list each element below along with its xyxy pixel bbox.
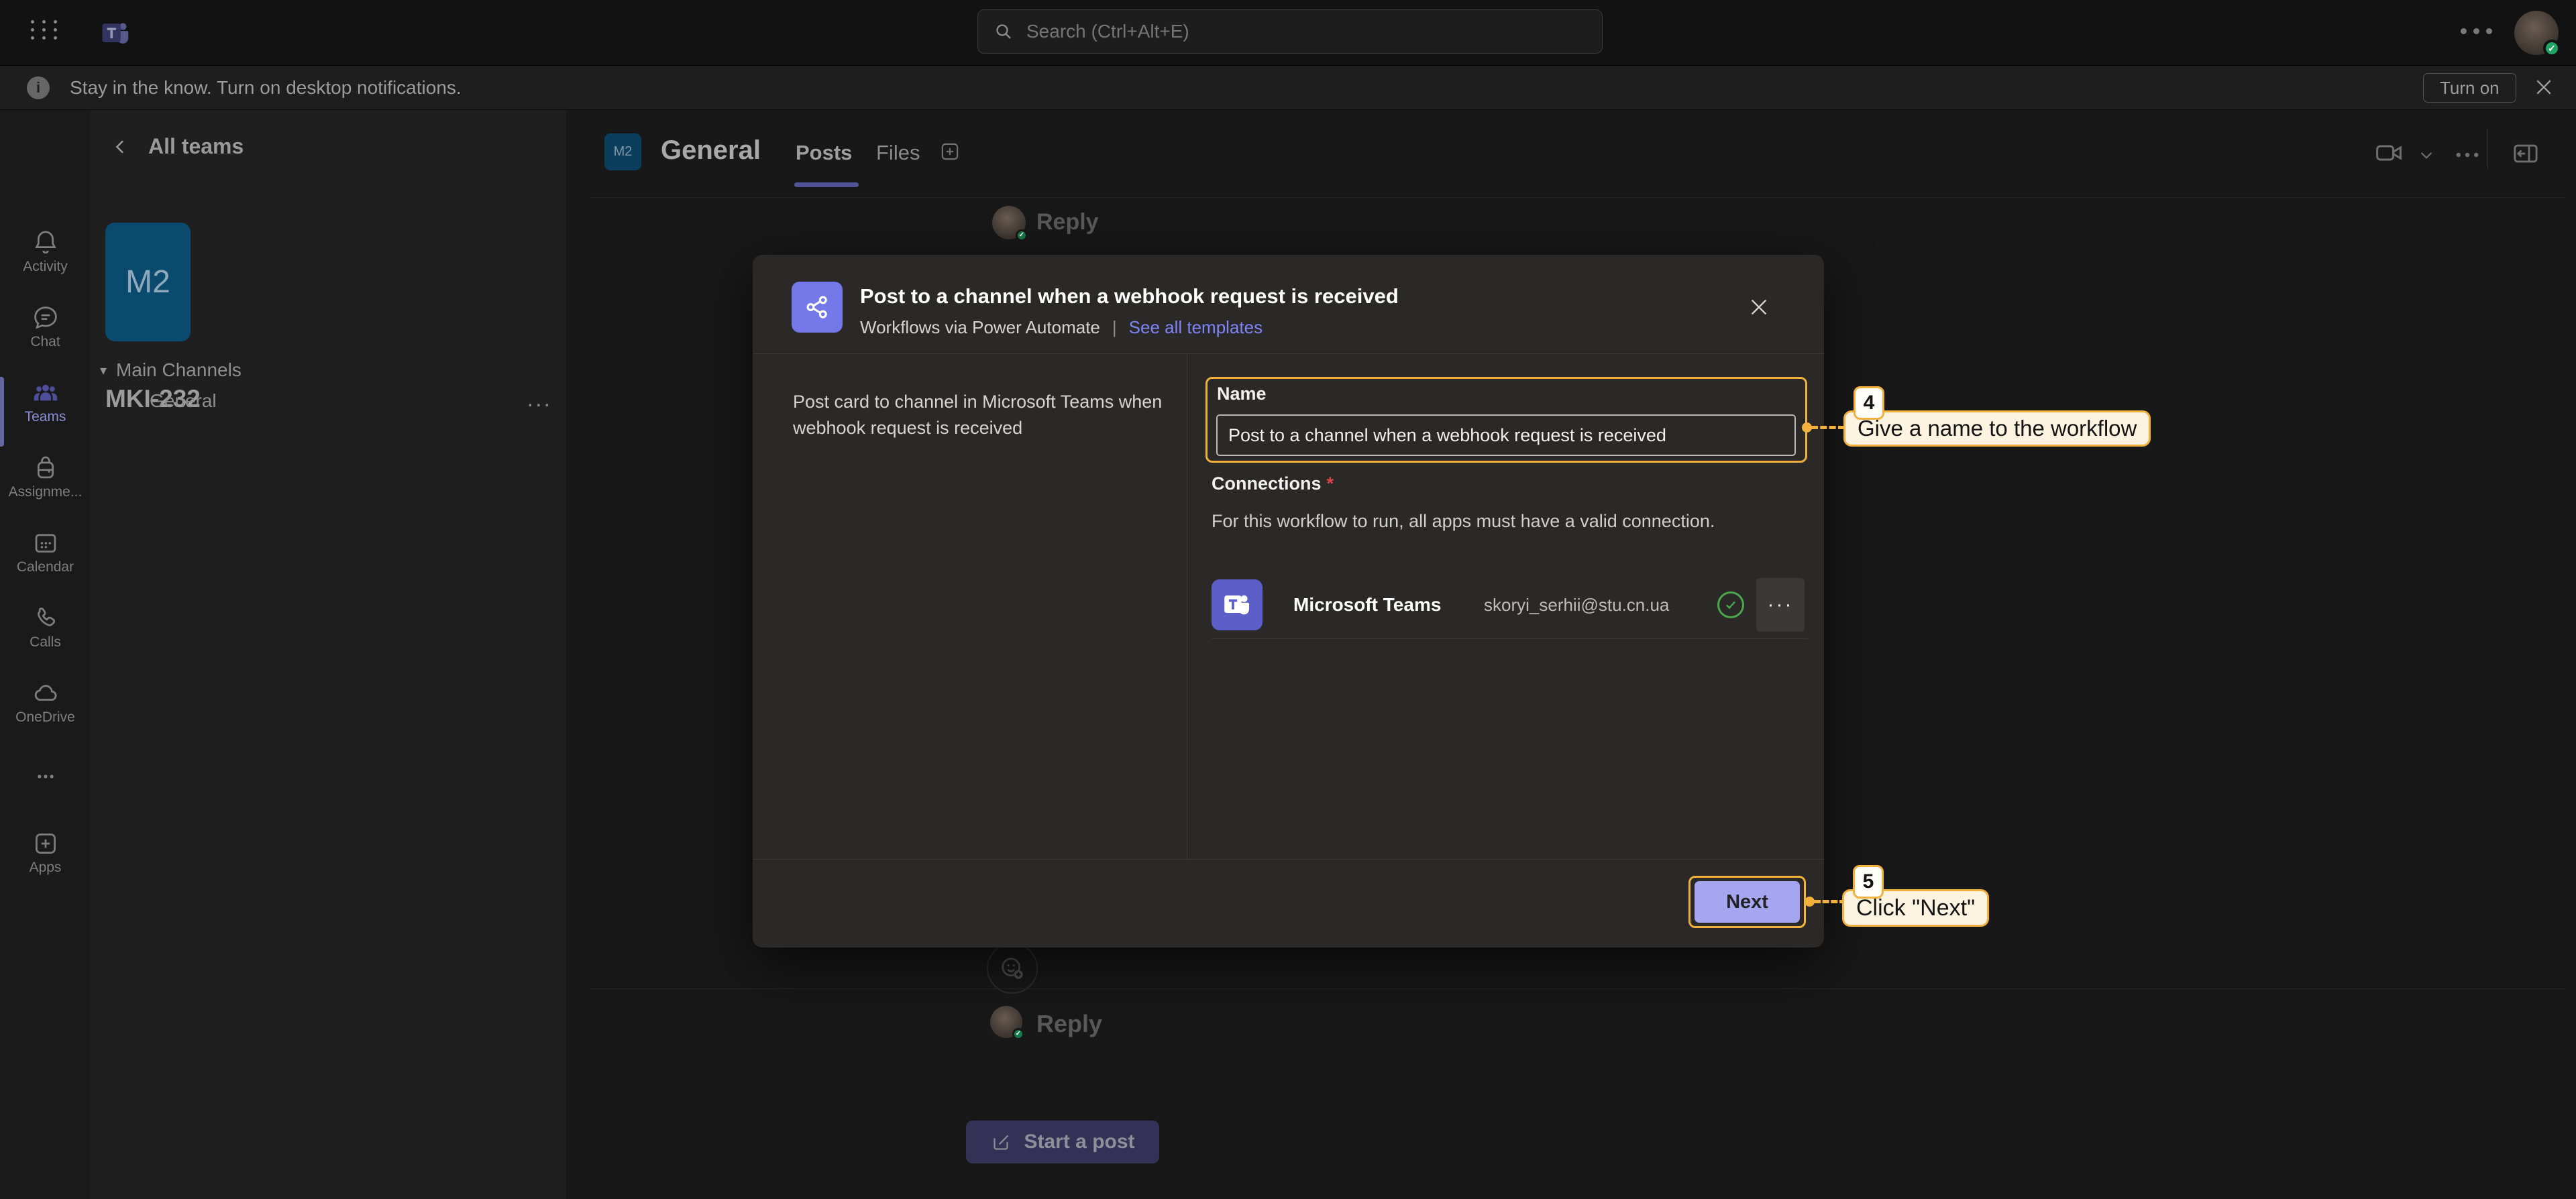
channel-more-options-icon[interactable] [2453, 145, 2482, 165]
calendar-icon [31, 528, 60, 558]
teams-logo-icon [98, 16, 133, 51]
add-tab-icon[interactable] [938, 139, 962, 164]
presence-icon: ✓ [1012, 1028, 1024, 1040]
annotation-highlight-next: Next [1688, 876, 1806, 928]
main-channels-section-toggle[interactable]: ▾ Main Channels [100, 359, 241, 381]
reply-button-bottom[interactable]: Reply [1036, 1010, 1102, 1038]
reply-button-top[interactable]: Reply [1036, 209, 1099, 235]
close-icon [1746, 294, 1772, 320]
separator: | [1112, 317, 1117, 338]
sidebar-item-apps[interactable]: Apps [0, 829, 91, 876]
sidebar-item-chat[interactable]: Chat [0, 303, 91, 350]
teams-people-icon [30, 378, 61, 408]
header-divider [2487, 129, 2488, 169]
team-more-options-button[interactable]: ... [527, 386, 552, 412]
teams-app-window: ✓ i Stay in the know. Turn on desktop no… [0, 0, 2576, 1199]
annotation-connector-dot [1805, 897, 1815, 907]
annotation-label-step-4: Give a name to the workflow [1843, 410, 2151, 447]
start-a-post-button[interactable]: Start a post [966, 1121, 1159, 1163]
annotation-connector-dot [1802, 422, 1812, 433]
reply-avatar: ✓ [992, 206, 1026, 239]
sidebar-item-calendar[interactable]: Calendar [0, 528, 91, 575]
all-teams-label: All teams [148, 134, 244, 159]
name-field-label: Name [1217, 384, 1267, 404]
cloud-icon [31, 679, 60, 708]
top-bar: ✓ [0, 0, 2576, 66]
dialog-footer-divider [753, 859, 1824, 860]
add-reaction-button[interactable] [987, 943, 1038, 994]
section-label: Main Channels [116, 359, 241, 381]
next-button[interactable]: Next [1695, 881, 1800, 923]
search-input[interactable] [1025, 20, 1587, 43]
connections-note: For this workflow to run, all apps must … [1212, 511, 1715, 532]
notification-banner: i Stay in the know. Turn on desktop noti… [0, 66, 2576, 110]
workflow-description: Post card to channel in Microsoft Teams … [793, 389, 1179, 441]
dialog-title: Post to a channel when a webhook request… [860, 284, 1399, 308]
channel-item-general[interactable]: General [150, 390, 217, 412]
dialog-close-button[interactable] [1741, 290, 1776, 325]
waffle-menu-button[interactable] [31, 20, 60, 40]
meet-chevron-down-icon[interactable] [2416, 145, 2436, 165]
see-all-templates-link[interactable]: See all templates [1129, 317, 1263, 338]
backpack-icon [31, 453, 60, 483]
more-options-button[interactable] [2461, 28, 2492, 34]
active-tab-underline [794, 182, 859, 187]
chat-bubble-icon [31, 303, 60, 333]
banner-close-icon[interactable] [2532, 75, 2556, 99]
annotation-step-badge-4: 4 [1854, 386, 1884, 420]
teams-channel-panel: All teams M2 MKI-232 ... ▾ Main Channels… [91, 110, 567, 1199]
microsoft-teams-logo-icon [1212, 579, 1263, 630]
turn-on-button[interactable]: Turn on [2423, 73, 2516, 103]
annotation-connector-dash [1814, 900, 1846, 903]
tab-files[interactable]: Files [876, 141, 920, 165]
sidebar-item-assignments[interactable]: Assignme... [0, 453, 91, 500]
workflow-share-icon [792, 282, 843, 333]
more-icon [31, 762, 60, 791]
rail-more-apps-button[interactable] [0, 762, 91, 791]
sidebar-item-teams[interactable]: Teams [0, 378, 91, 425]
connection-row: Microsoft Teams skoryi_serhii@stu.cn.ua … [1212, 573, 1808, 637]
chevron-down-icon: ▾ [100, 362, 107, 379]
search-box[interactable] [977, 9, 1603, 54]
bell-icon [31, 228, 60, 258]
sidebar-item-activity[interactable]: Activity [0, 228, 91, 275]
sidebar-item-onedrive[interactable]: OneDrive [0, 679, 91, 726]
phone-icon [31, 604, 60, 633]
apps-plus-icon [31, 829, 60, 858]
emoji-add-icon [998, 954, 1027, 983]
annotation-step-badge-5: 5 [1853, 865, 1884, 899]
channel-title: General [661, 135, 761, 166]
annotation-connector-dash [1811, 426, 1845, 429]
back-to-all-teams-button[interactable]: All teams [111, 134, 244, 159]
info-icon: i [27, 76, 50, 99]
provider-label: Workflows via Power Automate [860, 317, 1100, 338]
meet-camera-icon[interactable] [2373, 137, 2406, 169]
dialog-subtitle: Workflows via Power Automate | See all t… [860, 317, 1263, 338]
thread-divider [590, 988, 2565, 989]
sidebar-item-calls[interactable]: Calls [0, 604, 91, 650]
connection-more-options-button[interactable]: ··· [1756, 578, 1805, 632]
dialog-header-divider [753, 353, 1824, 354]
banner-message: Stay in the know. Turn on desktop notifi… [70, 77, 462, 99]
app-rail: Activity Chat Teams Assign [0, 110, 91, 1199]
connection-account: skoryi_serhii@stu.cn.ua [1484, 595, 1669, 616]
search-icon [993, 21, 1014, 42]
presence-available-icon: ✓ [2543, 40, 2561, 57]
user-avatar[interactable]: ✓ [2514, 11, 2559, 55]
connections-label: Connections* [1212, 473, 1334, 494]
required-asterisk: * [1327, 473, 1334, 494]
tab-posts[interactable]: Posts [796, 141, 852, 165]
toggle-side-pane-icon[interactable] [2510, 138, 2541, 169]
chevron-left-icon [111, 137, 131, 157]
thread-divider [590, 197, 2565, 198]
presence-icon: ✓ [1016, 229, 1028, 241]
compose-icon [990, 1131, 1013, 1153]
channel-header-avatar: M2 [604, 133, 641, 170]
connection-app-name: Microsoft Teams [1293, 594, 1441, 616]
workflow-dialog: Post to a channel when a webhook request… [753, 255, 1824, 948]
connection-row-divider [1212, 638, 1808, 639]
reply-avatar: ✓ [990, 1006, 1022, 1038]
connection-valid-check-icon [1717, 591, 1744, 618]
workflow-name-input[interactable] [1216, 414, 1796, 456]
